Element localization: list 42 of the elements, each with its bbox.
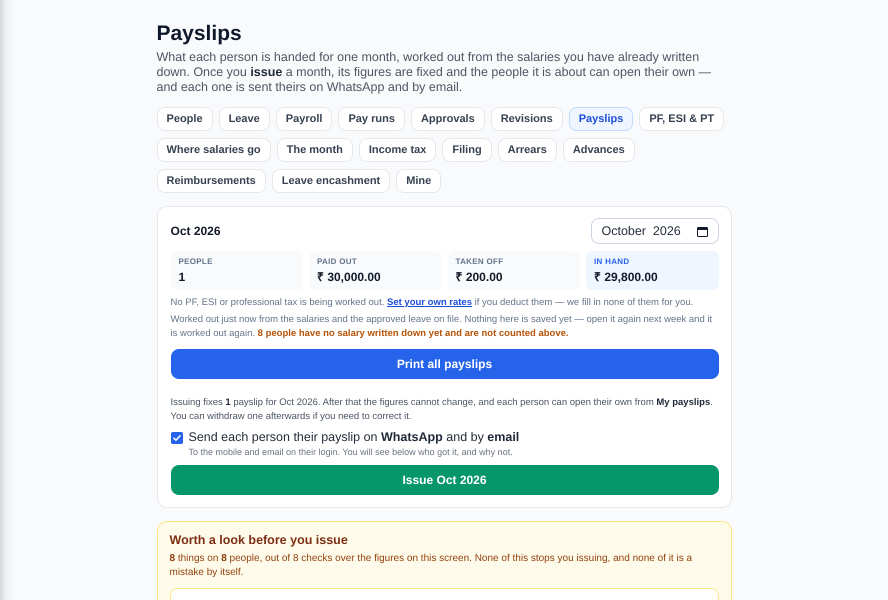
tab[interactable]: Income tax [358,138,436,162]
tab[interactable]: Payroll [276,107,332,131]
tab[interactable]: Mine [396,169,442,193]
tab[interactable]: Leave [218,107,270,131]
tab[interactable]: PF, ESI & PT [639,107,724,131]
send-option-label[interactable]: Send each person their payslip on WhatsApp and by email [188,430,520,445]
computed-note: Worked out just now from the salaries and the approved leave on file. Nothing here is saved yet — open it again next week and it is worked out again. 8 people have no salary written down yet and are not counted above. [170,313,714,341]
stat-value: 1 [178,269,186,285]
tab[interactable]: Payslips [568,107,634,131]
tab[interactable]: Revisions [490,107,563,131]
month-heading: Oct 2026 [170,224,221,238]
checkbox[interactable] [170,432,182,444]
warning-title: Worth a look before you issue [170,532,349,548]
page-title: Payslips [156,22,243,46]
tab[interactable]: Arrears [498,138,557,162]
tab[interactable]: People [156,107,213,131]
tab[interactable]: The month [276,138,353,162]
print-button[interactable]: Print all payslips [170,349,718,379]
stat-label: PEOPLE [178,257,214,267]
send-option-hint: To the mobile and email on their login. You will see below who got it, and why not. [188,446,514,458]
issue-button[interactable]: Issue Oct 2026 [170,465,718,495]
stat-value: ₹ 29,800.00 [594,269,659,285]
stat-label: TAKEN OFF [456,257,504,267]
month-field[interactable]: October 2026 [590,218,718,244]
issue-note: Issuing fixes 1 payslip for Oct 2026. After that the figures cannot change, and each person can open their own from My payslips. You can withdraw one afterwards if you need to correct it. [170,396,714,424]
deductions-note: No PF, ESI or professional tax is being worked out. Set your own rates if you deduct them — we fill in none of them for you. [170,296,694,310]
tab[interactable]: Advances [562,138,635,162]
tab[interactable]: Filing [442,138,492,162]
stat-label: IN HAND [594,257,630,267]
warning-summary: 8 things on 8 people, out of 8 checks over the figures on this screen. None of this stops you issuing, and none of it is a mistake by itself. [170,552,694,580]
page-description: What each person is handed for one month, worked out from the salaries you have already written down. Once you issue a month, its figures are fixed and the people it is about can open their own — and each one is sent theirs on WhatsApp and by email. [156,50,712,95]
tab[interactable]: Approvals [410,107,485,131]
tab[interactable]: Where salaries go [156,138,271,162]
tab[interactable]: Pay runs [338,107,405,131]
stat-value: ₹ 200.00 [456,269,504,285]
stat-value: ₹ 30,000.00 [317,269,382,285]
set-rates-link[interactable]: Set your own rates [387,297,472,308]
stat-label: PAID OUT [317,257,358,267]
tab[interactable]: Leave encashment [272,169,390,193]
tab[interactable]: Reimbursements [156,169,266,193]
calendar-icon [696,226,708,236]
tick-icon [172,433,182,443]
